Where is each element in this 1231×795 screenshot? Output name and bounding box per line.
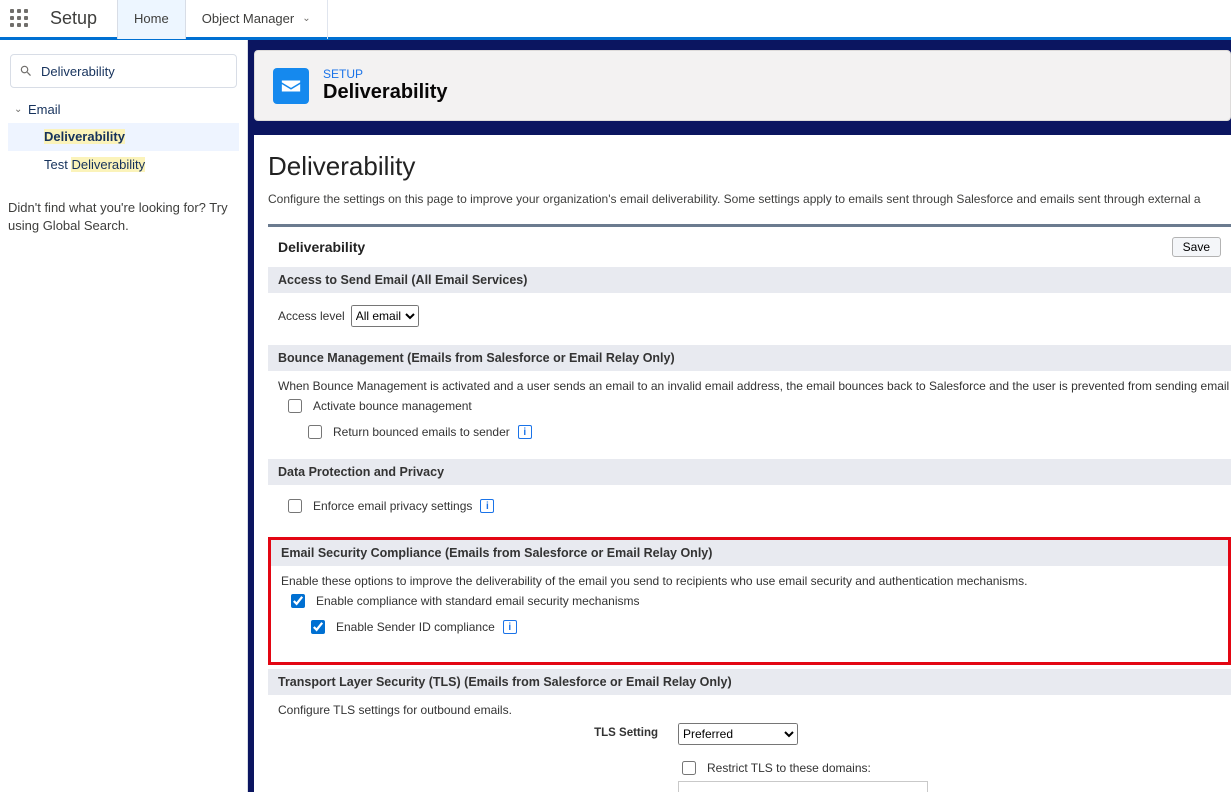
tree-item-deliverability[interactable]: Deliverability [8, 123, 239, 151]
tls-description: Configure TLS settings for outbound emai… [278, 703, 1221, 717]
activate-bounce-label: Activate bounce management [313, 399, 472, 413]
section-dpp-head: Data Protection and Privacy [268, 459, 1231, 485]
global-nav: Setup Home Object Manager ⌄ [0, 0, 1231, 40]
app-title: Setup [40, 8, 117, 29]
info-icon[interactable]: i [518, 425, 532, 439]
tab-label: Object Manager [202, 0, 295, 39]
tree-node-email[interactable]: ⌄ Email [8, 96, 239, 123]
breadcrumb: SETUP [323, 67, 448, 81]
section-tls-head: Transport Layer Security (TLS) (Emails f… [268, 669, 1231, 695]
tree-label: Email [28, 102, 61, 117]
page-header: SETUP Deliverability [254, 50, 1231, 121]
quick-find-input[interactable] [39, 63, 228, 80]
enable-sender-id-label: Enable Sender ID compliance [336, 620, 495, 634]
enable-compliance-label: Enable compliance with standard email se… [316, 594, 639, 608]
setup-sidebar: ⌄ Email Deliverability Test Deliverabili… [0, 40, 248, 792]
tls-setting-select[interactable]: Preferred [678, 723, 798, 745]
tls-setting-label: TLS Setting [278, 723, 678, 739]
tab-home[interactable]: Home [117, 0, 186, 39]
access-level-select[interactable]: All email [351, 305, 419, 327]
restrict-tls-domains-input[interactable] [678, 781, 928, 792]
access-level-label: Access level [278, 309, 345, 323]
email-icon [273, 68, 309, 104]
save-button[interactable]: Save [1172, 237, 1221, 257]
tree-item-test-deliverability[interactable]: Test Deliverability [8, 151, 239, 179]
deliverability-box: Deliverability Save Access to Send Email… [268, 224, 1231, 792]
section-access-head: Access to Send Email (All Email Services… [268, 267, 1231, 293]
content-region: SETUP Deliverability Deliverability Conf… [248, 40, 1231, 792]
chevron-down-icon: ⌄ [302, 0, 310, 39]
search-icon [19, 64, 33, 78]
restrict-tls-checkbox[interactable] [682, 761, 696, 775]
enforce-privacy-checkbox[interactable] [288, 499, 302, 513]
email-security-callout: Email Security Compliance (Emails from S… [268, 537, 1231, 665]
section-esc-head: Email Security Compliance (Emails from S… [271, 540, 1228, 566]
info-icon[interactable]: i [503, 620, 517, 634]
content-intro: Configure the settings on this page to i… [268, 192, 1231, 206]
apps-grid-icon [10, 9, 30, 29]
info-icon[interactable]: i [480, 499, 494, 513]
enable-sender-id-checkbox[interactable] [311, 620, 325, 634]
bounce-description: When Bounce Management is activated and … [278, 379, 1221, 393]
return-bounced-label: Return bounced emails to sender [333, 425, 510, 439]
return-bounced-checkbox[interactable] [308, 425, 322, 439]
esc-description: Enable these options to improve the deli… [281, 574, 1218, 588]
enable-compliance-checkbox[interactable] [291, 594, 305, 608]
page-title: Deliverability [323, 81, 448, 104]
quick-find[interactable] [10, 54, 237, 88]
main-panel: Deliverability Configure the settings on… [254, 135, 1231, 792]
enforce-privacy-label: Enforce email privacy settings [313, 499, 472, 513]
app-launcher[interactable] [0, 9, 40, 29]
restrict-tls-label: Restrict TLS to these domains: [707, 761, 871, 775]
activate-bounce-checkbox[interactable] [288, 399, 302, 413]
content-heading: Deliverability [268, 151, 1231, 182]
no-results-hint: Didn't find what you're looking for? Try… [8, 199, 239, 235]
tab-object-manager[interactable]: Object Manager ⌄ [186, 0, 328, 39]
chevron-down-icon: ⌄ [14, 104, 28, 115]
box-title: Deliverability [278, 239, 365, 255]
section-bounce-head: Bounce Management (Emails from Salesforc… [268, 345, 1231, 371]
